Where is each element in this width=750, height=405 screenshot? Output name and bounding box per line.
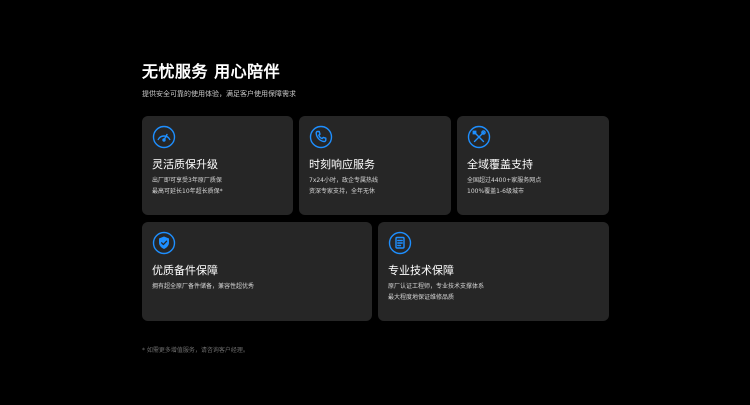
card-line: 7x24小时，政企专属热线	[309, 177, 379, 184]
phone-icon	[309, 125, 333, 149]
card-line: 出厂即可享受3年原厂质保	[152, 177, 222, 184]
card-spare-parts: 优质备件保障 拥有超全原厂备件储备，兼容性超优秀	[142, 222, 372, 321]
card-title: 全域覆盖支持	[467, 158, 533, 171]
card-line: 全国超过4400+家服务网点	[467, 177, 542, 184]
card-line: 原厂认证工程师，专业技术支撑体系	[388, 283, 485, 290]
page-subtitle: 提供安全可靠的使用体验，满足客户使用保障需求	[142, 90, 296, 98]
card-response-service: 时刻响应服务 7x24小时，政企专属热线 资深专家支持，全年无休	[299, 116, 451, 215]
shield-check-icon	[152, 231, 176, 255]
card-line: 最高可延长10年超长质保*	[152, 188, 223, 195]
document-icon	[388, 231, 412, 255]
card-description: 原厂认证工程师，专业技术支撑体系 最大程度地保证维修品质	[388, 281, 484, 303]
card-line: 资深专家支持，全年无休	[309, 188, 376, 195]
service-section: 无忧服务 用心陪伴 提供安全可靠的使用体验，满足客户使用保障需求 灵活质保升级 …	[0, 0, 750, 405]
card-line: 100%覆盖1-6级城市	[467, 188, 524, 195]
card-technical-support: 专业技术保障 原厂认证工程师，专业技术支撑体系 最大程度地保证维修品质	[378, 222, 609, 321]
speedometer-icon	[152, 125, 176, 149]
card-description: 全国超过4400+家服务网点 100%覆盖1-6级城市	[467, 175, 541, 197]
card-title: 专业技术保障	[388, 264, 454, 277]
page-title: 无忧服务 用心陪伴	[142, 62, 281, 81]
footnote: * 如需更多增值服务，请咨询客户经理。	[142, 347, 249, 354]
card-warranty-upgrade: 灵活质保升级 出厂即可享受3年原厂质保 最高可延长10年超长质保*	[142, 116, 293, 215]
card-title: 优质备件保障	[152, 264, 218, 277]
card-description: 7x24小时，政企专属热线 资深专家支持，全年无休	[309, 175, 378, 197]
card-title: 灵活质保升级	[152, 158, 218, 171]
card-line: 拥有超全原厂备件储备，兼容性超优秀	[152, 283, 255, 290]
card-title: 时刻响应服务	[309, 158, 375, 171]
tools-icon	[467, 125, 491, 149]
card-description: 拥有超全原厂备件储备，兼容性超优秀	[152, 281, 254, 292]
card-line: 最大程度地保证维修品质	[388, 294, 455, 301]
card-description: 出厂即可享受3年原厂质保 最高可延长10年超长质保*	[152, 175, 223, 197]
card-coverage-support: 全域覆盖支持 全国超过4400+家服务网点 100%覆盖1-6级城市	[457, 116, 609, 215]
